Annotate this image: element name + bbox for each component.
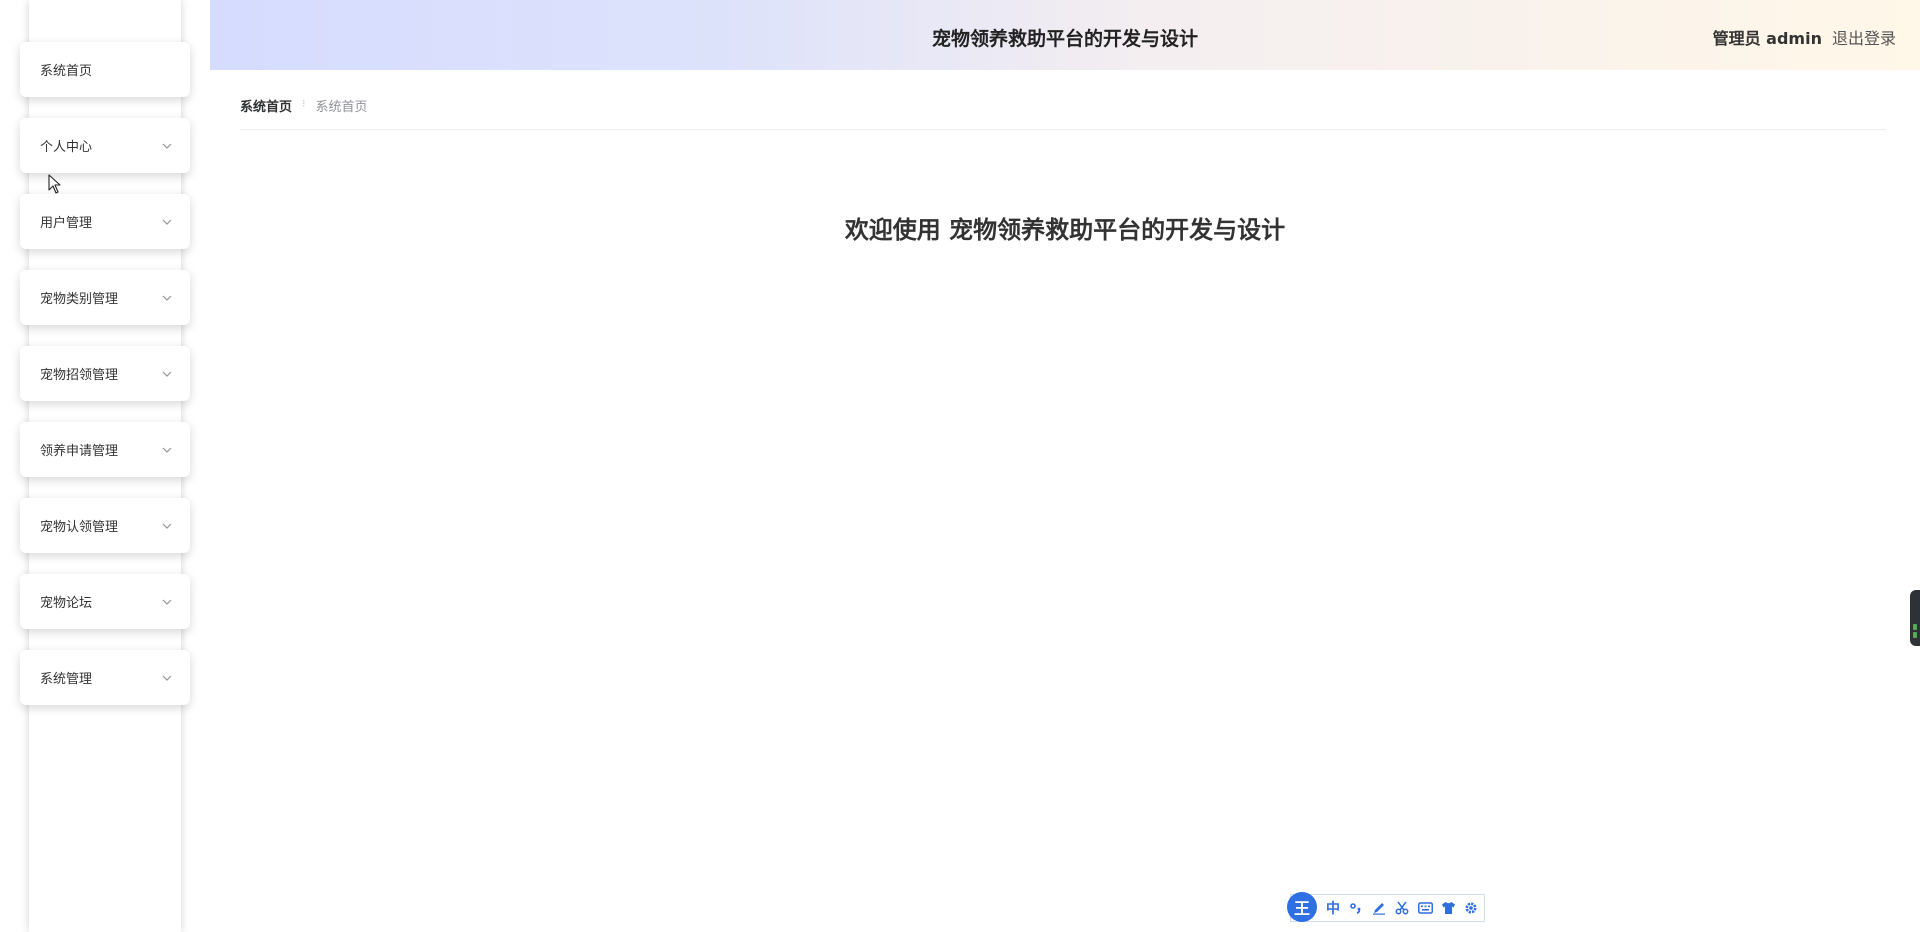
chevron-down-icon	[162, 673, 172, 683]
chevron-down-icon	[162, 521, 172, 531]
logout-button[interactable]: 退出登录	[1832, 25, 1896, 49]
header-user-area: 管理员 admin 退出登录	[1713, 0, 1896, 74]
edge-floating-widget[interactable]	[1910, 590, 1920, 646]
mouse-cursor-icon	[48, 174, 62, 198]
breadcrumb-item-home[interactable]: 系统首页	[240, 96, 292, 115]
keyboard-icon[interactable]	[1417, 900, 1433, 916]
app-title: 宠物领养救助平台的开发与设计	[931, 27, 1198, 50]
punctuation-icon[interactable]	[1348, 900, 1364, 916]
sidebar-item-label: 系统管理	[40, 672, 93, 687]
sidebar-item-pet-claim[interactable]: 宠物认领管理	[20, 498, 190, 553]
widget-indicator	[1913, 632, 1917, 638]
ime-logo-icon[interactable]: 王	[1287, 892, 1317, 922]
breadcrumb-separator: ⁝	[302, 97, 306, 110]
chevron-down-icon	[162, 217, 172, 227]
skin-icon[interactable]	[1440, 900, 1456, 916]
welcome-heading: 欢迎使用 宠物领养救助平台的开发与设计	[844, 216, 1286, 244]
chevron-down-icon	[162, 141, 172, 151]
sidebar-item-personal-center[interactable]: 个人中心	[20, 118, 190, 173]
settings-icon[interactable]	[1463, 900, 1479, 916]
breadcrumb: 系统首页 ⁝ 系统首页	[240, 96, 1886, 130]
chevron-down-icon	[162, 445, 172, 455]
sidebar-item-label: 领养申请管理	[40, 444, 119, 459]
admin-label: 管理员 admin	[1712, 29, 1822, 48]
sidebar-item-label: 系统首页	[40, 64, 93, 79]
sidebar: 系统首页 个人中心 用户管理 宠物类别管理 宠物招领管理 领养申请管理 宠物认领…	[0, 0, 210, 932]
sidebar-item-pet-found[interactable]: 宠物招领管理	[20, 346, 190, 401]
sidebar-item-label: 宠物论坛	[40, 596, 93, 611]
ime-mode-toggle[interactable]: 中	[1325, 900, 1341, 917]
sidebar-item-label: 宠物招领管理	[40, 368, 119, 383]
sidebar-item-label: 个人中心	[40, 140, 93, 155]
sidebar-item-system-management[interactable]: 系统管理	[20, 650, 190, 705]
sidebar-item-home[interactable]: 系统首页	[20, 42, 190, 97]
sidebar-item-label: 宠物类别管理	[40, 292, 119, 307]
sidebar-item-adoption-application[interactable]: 领养申请管理	[20, 422, 190, 477]
breadcrumb-item-current: 系统首页	[315, 100, 368, 115]
chevron-down-icon	[162, 369, 172, 379]
ime-toolbar: 王 中	[1287, 892, 1485, 922]
chevron-down-icon	[162, 293, 172, 303]
scissors-icon[interactable]	[1394, 900, 1410, 916]
sidebar-item-label: 用户管理	[40, 216, 93, 231]
chevron-down-icon	[162, 597, 172, 607]
sidebar-item-pet-forum[interactable]: 宠物论坛	[20, 574, 190, 629]
pen-icon[interactable]	[1371, 900, 1387, 916]
top-header: 宠物领养救助平台的开发与设计 管理员 admin 退出登录	[210, 0, 1920, 70]
sidebar-item-pet-category[interactable]: 宠物类别管理	[20, 270, 190, 325]
sidebar-item-label: 宠物认领管理	[40, 520, 119, 535]
widget-indicator	[1913, 624, 1917, 630]
sidebar-item-user-management[interactable]: 用户管理	[20, 194, 190, 249]
